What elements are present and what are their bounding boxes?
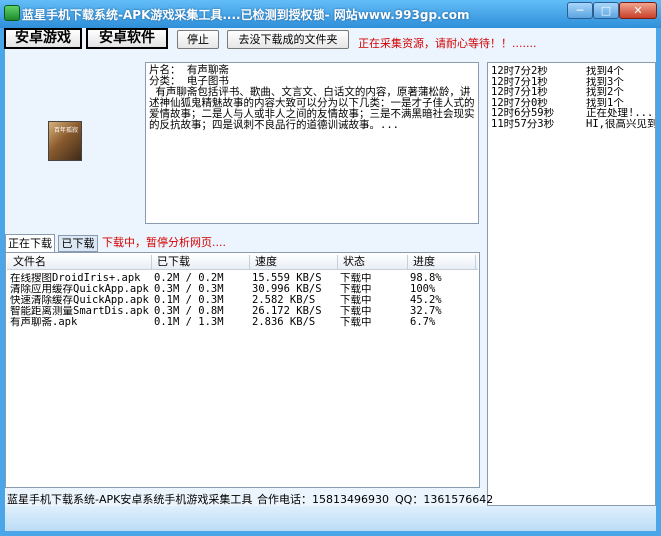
- log-time: 12时7分2秒: [491, 66, 548, 77]
- table-row[interactable]: 智能距离测量SmartDis.apk 0.3M / 0.8M 26.172 KB/S…: [7, 306, 477, 317]
- cell-downloaded: 0.2M / 0.2M: [154, 273, 224, 284]
- log-message: 找到1个: [586, 97, 624, 108]
- open-failed-folder-button[interactable]: 去没下载成的文件夹: [227, 30, 349, 49]
- log-message: 找到2个: [586, 87, 624, 98]
- cell-downloaded: 0.1M / 0.3M: [154, 295, 224, 306]
- list-header: 文件名 已下载 速度 状态 进度: [7, 254, 478, 270]
- collect-status-text: 正在采集资源，请耐心等待！！.......: [358, 37, 537, 50]
- cell-filename: 智能距离测量SmartDis.apk: [10, 306, 149, 317]
- table-row[interactable]: 清除应用缓存QuickApp.apk 0.3M / 0.3M 30.996 KB/S…: [7, 284, 477, 295]
- tab-downloaded[interactable]: 已下载: [58, 235, 98, 252]
- cell-downloaded: 0.3M / 0.8M: [154, 306, 224, 317]
- log-message: 找到4个: [586, 66, 624, 77]
- cell-progress: 100%: [410, 284, 436, 295]
- log-row[interactable]: 12时7分1秒 找到2个: [488, 87, 655, 98]
- cover-title: 百年孤寂: [54, 127, 79, 134]
- header-column-speed[interactable]: 速度: [252, 255, 338, 269]
- log-row[interactable]: 11时57分3秒 HI,很高兴见到: [488, 119, 655, 130]
- cell-filename: 清除应用缓存QuickApp.apk: [10, 284, 149, 295]
- header-column-progress[interactable]: 进度: [410, 255, 476, 269]
- cell-progress: 98.8%: [410, 273, 442, 284]
- log-time: 11时57分3秒: [491, 118, 555, 129]
- log-row[interactable]: 12时7分2秒 找到4个: [488, 66, 655, 77]
- close-button[interactable]: ✕: [619, 2, 657, 19]
- company-name: 蓝星手机下载系统-APK安卓系统手机游戏采集工具: [7, 493, 253, 506]
- activity-log-list[interactable]: 12时7分2秒 找到4个 12时7分1秒 找到3个 12时7分1秒 找到2个 12时7分0秒…: [487, 62, 656, 506]
- cell-speed: 2.836 KB/S: [252, 317, 316, 328]
- cell-status: 下载中: [340, 317, 372, 328]
- download-status-text: 下载中，暂停分析网页....: [102, 236, 226, 249]
- download-list[interactable]: 文件名 已下载 速度 状态 进度 在线搜图DroidIris+.apk 0.2M / 0.…: [5, 252, 480, 488]
- cell-progress: 6.7%: [410, 317, 436, 328]
- cell-downloaded: 0.3M / 0.3M: [154, 284, 224, 295]
- log-message: HI,很高兴见到: [586, 118, 655, 129]
- cell-downloaded: 0.1M / 1.3M: [154, 317, 224, 328]
- cell-filename: 有声聊斋.apk: [10, 317, 78, 328]
- cell-filename: 快速清除缓存QuickApp.apk: [10, 295, 149, 306]
- bottom-strip: [5, 506, 656, 531]
- table-row[interactable]: 快速清除缓存QuickApp.apk 0.1M / 0.3M 2.582 KB/S 下…: [7, 295, 477, 306]
- stop-button[interactable]: 停止: [177, 30, 219, 49]
- cell-status: 下载中: [340, 284, 372, 295]
- log-time: 12时7分1秒: [491, 87, 548, 98]
- cell-progress: 32.7%: [410, 306, 442, 317]
- cell-status: 下载中: [340, 295, 372, 306]
- android-games-button[interactable]: 安卓游戏: [4, 28, 82, 49]
- cell-progress: 45.2%: [410, 295, 442, 306]
- header-column-downloaded[interactable]: 已下载: [154, 255, 250, 269]
- app-logo-icon: [4, 5, 20, 21]
- log-row[interactable]: 12时7分0秒 找到1个: [488, 98, 655, 109]
- contact-qq: QQ：1361576642: [395, 493, 494, 506]
- log-time: 12时7分1秒: [491, 76, 548, 87]
- cell-speed: 15.559 KB/S: [252, 273, 322, 284]
- cell-filename: 在线搜图DroidIris+.apk: [10, 273, 141, 284]
- table-row[interactable]: 在线搜图DroidIris+.apk 0.2M / 0.2M 15.559 KB/S…: [7, 273, 477, 284]
- cell-speed: 26.172 KB/S: [252, 306, 322, 317]
- cell-status: 下载中: [340, 273, 372, 284]
- maximize-button[interactable]: □: [593, 2, 619, 19]
- log-time: 12时7分0秒: [491, 97, 548, 108]
- log-time: 12时6分59秒: [491, 108, 555, 119]
- contact-phone: 合作电话：15813496930: [257, 493, 389, 506]
- tab-downloading[interactable]: 正在下载: [5, 234, 55, 252]
- cell-speed: 2.582 KB/S: [252, 295, 316, 306]
- app-description-box[interactable]: 片名： 有声聊斋 分类： 电子图书 有声聊斋包括评书、歌曲、文言文、白话文的内容…: [145, 62, 479, 224]
- log-message: 正在处理!....: [586, 108, 655, 119]
- log-row[interactable]: 12时7分1秒 找到3个: [488, 77, 655, 88]
- header-column-filename[interactable]: 文件名: [10, 255, 152, 269]
- android-apps-button[interactable]: 安卓软件: [86, 28, 168, 49]
- status-bar: 蓝星手机下载系统-APK安卓系统手机游戏采集工具 合作电话：1581349693…: [5, 489, 656, 506]
- log-row[interactable]: 12时6分59秒 正在处理!....: [488, 108, 655, 119]
- cell-speed: 30.996 KB/S: [252, 284, 322, 295]
- window-title: 蓝星手机下载系统-APK游戏采集工具....已检测到授权锁- 网站www.993…: [22, 8, 470, 22]
- cell-status: 下载中: [340, 306, 372, 317]
- minimize-button[interactable]: ─: [567, 2, 593, 19]
- log-message: 找到3个: [586, 76, 624, 87]
- app-description-text: 有声聊斋包括评书、歌曲、文言文、白话文的内容，原著蒲松龄，讲述神仙狐鬼精魅故事的…: [149, 86, 475, 131]
- header-column-status[interactable]: 状态: [340, 255, 408, 269]
- table-row[interactable]: 有声聊斋.apk 0.1M / 1.3M 2.836 KB/S 下载中 6.7%: [7, 317, 477, 328]
- app-cover-image: 百年孤寂: [48, 121, 82, 161]
